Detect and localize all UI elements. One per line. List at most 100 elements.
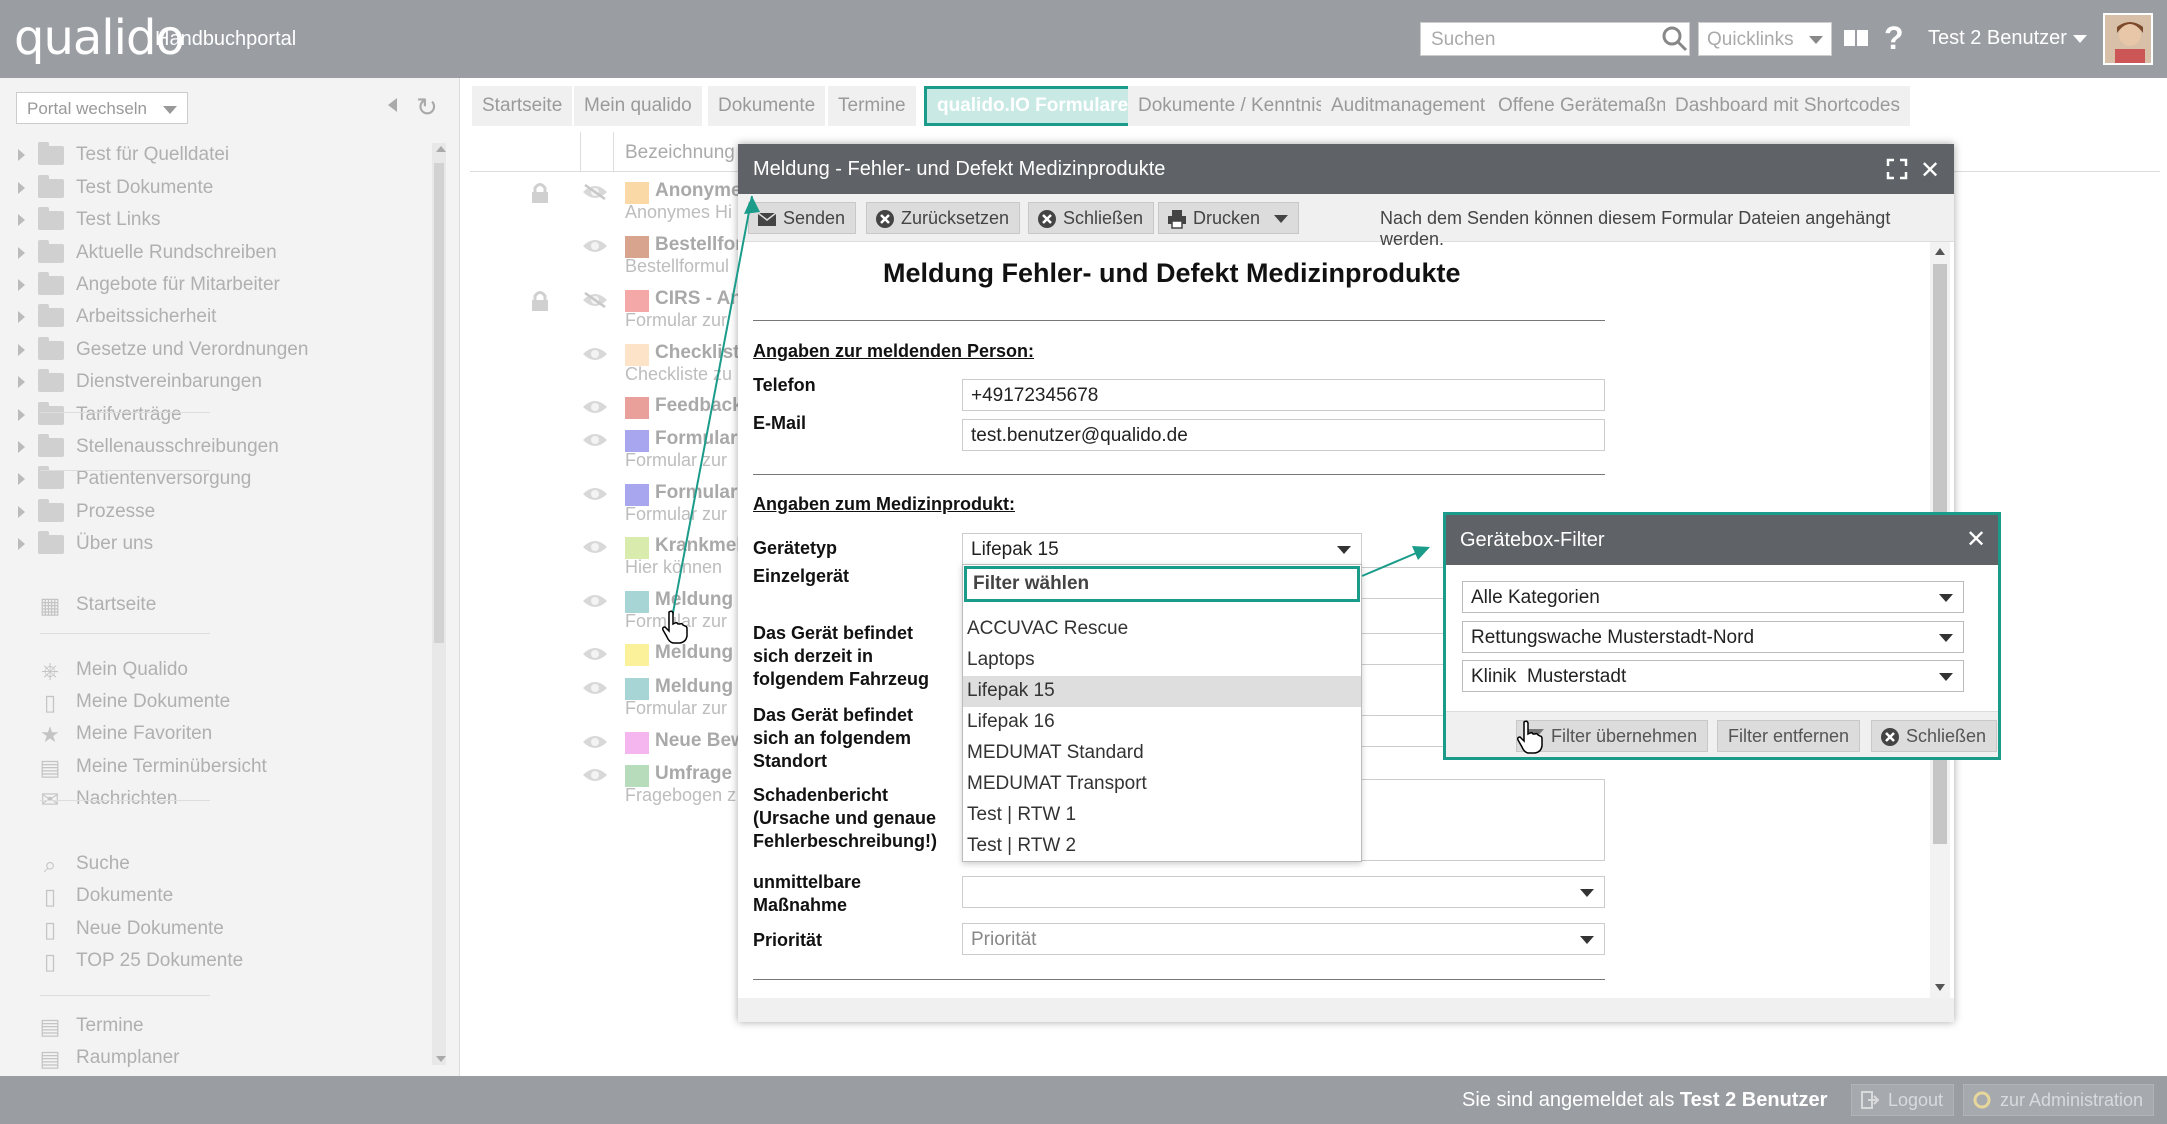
dropdown-option[interactable]: Laptops [963,645,1361,676]
table-row[interactable]: Krankmel Hier können [470,533,750,577]
table-row[interactable]: Meldung - Formular zur [470,587,750,631]
logout-button[interactable]: Logout [1851,1084,1955,1116]
tab-item[interactable]: Mein qualido [574,86,702,126]
scroll-up-icon[interactable] [1935,248,1945,255]
dropdown-option[interactable]: Test | RTW 2 [963,831,1361,862]
eye-icon[interactable] [582,593,608,609]
user-menu[interactable]: Test 2 Benutzer [1928,27,2067,50]
chevron-right-icon[interactable] [18,409,25,421]
eye-icon[interactable] [582,680,608,696]
collapse-sidebar-icon[interactable] [388,98,397,112]
eye-icon[interactable] [582,646,608,662]
search-icon[interactable] [1660,24,1690,54]
eye-icon[interactable] [582,432,608,448]
chevron-right-icon[interactable] [18,149,25,161]
row-title[interactable]: Bestellfor [655,234,743,256]
chevron-right-icon[interactable] [18,182,25,194]
eye-icon[interactable] [582,399,608,415]
eye-icon[interactable] [582,767,608,783]
table-row[interactable]: Formular Formular zur [470,480,750,524]
table-row[interactable]: Meldung - Formular zur [470,674,750,718]
eye-icon[interactable] [582,486,608,502]
eye-icon[interactable] [582,539,608,555]
tab-item[interactable]: Termine [828,86,916,126]
table-row[interactable]: CIRS - An Formular zur [470,286,750,330]
scroll-up-icon[interactable] [436,146,446,152]
scroll-down-icon[interactable] [1935,984,1945,991]
tab-item[interactable]: Dokumente [708,86,826,126]
chevron-right-icon[interactable] [18,538,25,550]
row-title[interactable]: Anonyme [655,180,742,202]
table-row[interactable]: Anonyme Anonymes Hi [470,178,750,222]
portal-switch-select[interactable]: Portal wechseln [16,92,188,124]
station-select[interactable]: Rettungswache Musterstadt-Nord [1462,621,1964,653]
scroll-down-icon[interactable] [436,1056,446,1062]
chevron-down-icon[interactable] [2073,35,2087,43]
eye-off-icon[interactable] [582,184,608,200]
send-button[interactable]: Senden [748,202,857,234]
row-title[interactable]: Umfrage - [655,763,744,785]
filter-choose-button[interactable]: Filter wählen [964,566,1360,602]
dropdown-option[interactable]: Test | RTW 1 [963,800,1361,831]
row-title[interactable]: Formular [655,428,737,450]
device-type-select[interactable]: Lifepak 15 [962,533,1362,565]
measure-select[interactable] [962,876,1605,908]
row-title[interactable]: Krankmel [655,535,742,557]
dropdown-option[interactable]: Lifepak 15 [963,676,1361,707]
chevron-right-icon[interactable] [18,376,25,388]
search-input[interactable]: Suchen [1420,22,1690,56]
dropdown-option[interactable]: MEDUMAT Standard [963,738,1361,769]
avatar[interactable] [2103,13,2153,65]
administration-button[interactable]: zur Administration [1963,1084,2155,1116]
chevron-right-icon[interactable] [18,311,25,323]
close-button[interactable]: Schließen [1028,202,1155,234]
remove-filter-button[interactable]: Filter entfernen [1717,720,1861,752]
row-title[interactable]: Meldung - [655,642,745,664]
quicklinks-select[interactable]: Quicklinks [1698,22,1832,56]
chevron-right-icon[interactable] [18,506,25,518]
tab-item[interactable]: Auditmanagement [1321,86,1496,126]
row-title[interactable]: CIRS - An [655,288,742,310]
modal-titlebar[interactable]: Meldung - Fehler- und Defekt Medizinprod… [738,144,1954,194]
row-title[interactable]: Meldung - [655,676,745,698]
reset-button[interactable]: Zurücksetzen [866,202,1021,234]
dropdown-option[interactable]: ACCUVAC Rescue [963,614,1361,645]
chevron-right-icon[interactable] [18,473,25,485]
scrollbar-thumb[interactable] [434,163,444,643]
eye-icon[interactable] [582,734,608,750]
priority-select[interactable]: Priorität [962,923,1605,955]
chevron-down-icon[interactable] [1274,215,1289,224]
chevron-right-icon[interactable] [18,441,25,453]
close-filter-button[interactable]: Schließen [1871,720,1998,752]
row-title[interactable]: Meldung - [655,589,745,611]
email-field[interactable]: test.benutzer@qualido.de [962,419,1605,451]
book-icon[interactable] [1843,28,1869,48]
row-title[interactable]: Checkliste [655,342,750,364]
chevron-right-icon[interactable] [18,214,25,226]
sidebar-scrollbar[interactable] [432,143,446,1065]
chevron-right-icon[interactable] [18,247,25,259]
table-row[interactable]: Checkliste Checkliste zu [470,340,750,384]
eye-off-icon[interactable] [582,292,608,308]
chevron-right-icon[interactable] [18,344,25,356]
eye-icon[interactable] [582,238,608,254]
category-select[interactable]: Alle Kategorien [1462,581,1964,613]
row-title[interactable]: Neue Bew [655,730,746,752]
tab-item[interactable]: qualido.IO Formulare [924,86,1142,126]
table-row[interactable]: Bestellfor Bestellformul [470,232,750,276]
table-row[interactable]: Formular Formular zur [470,426,750,470]
row-title[interactable]: Formular [655,482,737,504]
chevron-right-icon[interactable] [18,279,25,291]
close-icon[interactable]: ✕ [1966,525,1986,554]
tab-item[interactable]: Dashboard mit Shortcodes [1665,86,1910,126]
table-row[interactable]: Umfrage - Fragebogen z [470,761,750,805]
filter-dialog-titlebar[interactable]: Gerätebox-Filter ✕ [1446,515,1998,565]
clinic-select[interactable]: Klinik Musterstadt [1462,660,1964,692]
help-icon[interactable]: ? [1884,20,1904,57]
print-button[interactable]: Drucken [1158,202,1300,234]
close-icon[interactable]: ✕ [1920,156,1940,185]
tab-item[interactable]: Startseite [472,86,573,126]
row-title[interactable]: Feedback [655,395,743,417]
phone-field[interactable]: +49172345678 [962,379,1605,411]
dropdown-option[interactable]: MEDUMAT Transport [963,769,1361,800]
